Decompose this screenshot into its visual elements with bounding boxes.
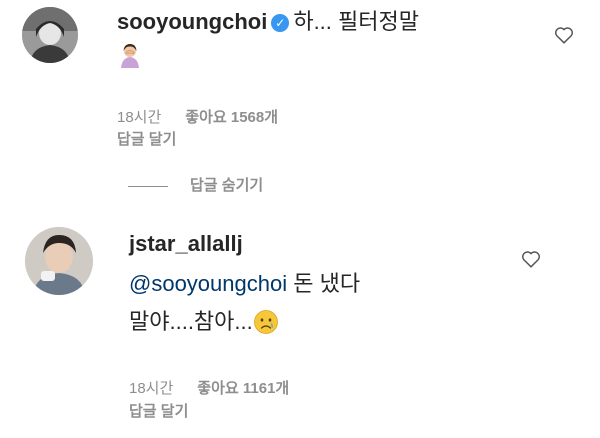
comment-text-line-1: @sooyoungchoi 돈 냈다 xyxy=(129,269,360,299)
hide-replies-label: 답글 숨기기 xyxy=(190,177,264,194)
comment-text-line-2: 말야....참아... xyxy=(129,307,279,343)
timestamp[interactable]: 18시간 xyxy=(129,380,173,397)
mention-link[interactable]: @sooyoungchoi xyxy=(129,271,287,296)
comment-text: 말야....참아... xyxy=(129,309,253,334)
reply-button[interactable]: 답글 달기 xyxy=(117,128,176,149)
username-line: jstar_allallj xyxy=(129,229,243,259)
profile-photo xyxy=(25,227,93,295)
reply-button[interactable]: 답글 달기 xyxy=(129,400,188,421)
crying-face-icon xyxy=(253,309,279,343)
likes-count[interactable]: 좋아요 1568개 xyxy=(185,109,278,126)
avatar[interactable] xyxy=(22,7,78,63)
person-facepalm-icon xyxy=(117,42,143,76)
comment-text: 하... 필터정말 xyxy=(293,9,419,34)
username[interactable]: sooyoungchoi xyxy=(117,9,267,34)
likes-count[interactable]: 좋아요 1161개 xyxy=(197,380,289,397)
profile-photo xyxy=(22,7,78,63)
hide-replies-button[interactable]: 답글 숨기기 xyxy=(128,174,263,195)
heart-icon[interactable] xyxy=(520,248,542,270)
comment-emoji-line xyxy=(117,40,143,76)
avatar[interactable] xyxy=(25,227,93,295)
comment-meta: 18시간 좋아요 1568개 xyxy=(117,106,278,127)
comment-text: 돈 냈다 xyxy=(287,271,361,296)
timestamp[interactable]: 18시간 xyxy=(117,109,161,126)
verified-badge-icon: ✓ xyxy=(271,14,290,32)
comment-text-line: sooyoungchoi ✓ 하... 필터정말 xyxy=(117,7,419,37)
comment-meta: 18시간 좋아요 1161개 xyxy=(129,377,289,398)
divider-line xyxy=(128,185,168,187)
heart-icon[interactable] xyxy=(553,24,575,46)
username[interactable]: jstar_allallj xyxy=(129,231,243,256)
